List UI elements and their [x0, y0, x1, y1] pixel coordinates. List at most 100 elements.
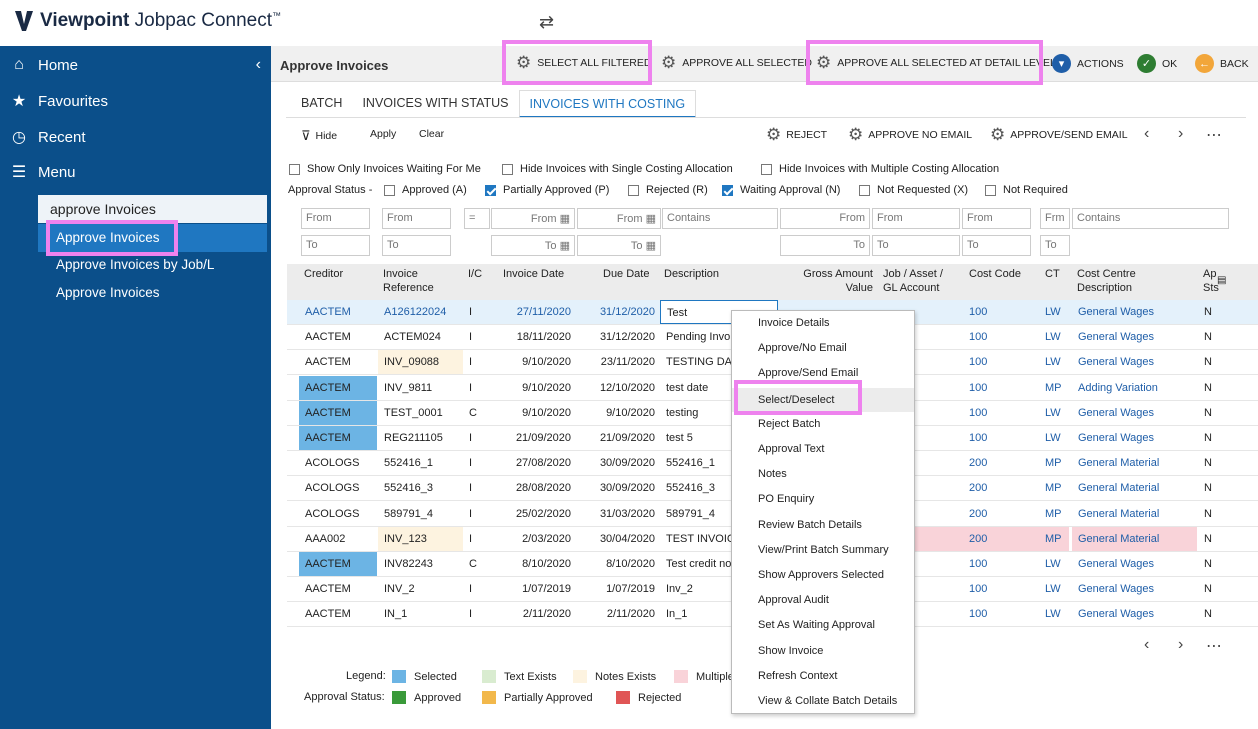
approve-no-email-button[interactable]: ⚙ APPROVE NO EMAIL	[848, 126, 972, 143]
legend-text: Text Exists	[504, 670, 557, 683]
ref-to-input[interactable]: To	[382, 235, 451, 256]
context-menu-item-reject-batch[interactable]: Reject Batch	[758, 418, 820, 430]
col-due-date[interactable]: Due Date	[603, 267, 649, 281]
clear-filter-button[interactable]: Clear	[419, 128, 444, 140]
apply-filter-button[interactable]: Apply	[370, 128, 396, 140]
tab-batch[interactable]: BATCH	[291, 90, 352, 118]
menu-result-approve-invoices-2[interactable]: Approve Invoices	[38, 279, 267, 307]
creditor-from-input[interactable]: From	[301, 208, 370, 229]
job-from-input[interactable]: From	[872, 208, 960, 229]
status-partially-approved-checkbox[interactable]: Partially Approved (P)	[485, 184, 609, 196]
sidebar-item-menu[interactable]: ☰ Menu	[0, 154, 271, 190]
cell-ccd: General Wages	[1078, 558, 1155, 570]
col-cost-centre-description[interactable]: Cost Centre Description	[1077, 267, 1177, 295]
context-menu-item-notes[interactable]: Notes	[758, 468, 787, 480]
checkbox-label: Waiting Approval (N)	[740, 184, 841, 196]
prev-page-icon[interactable]: ‹	[1144, 125, 1149, 143]
status-not-requested-checkbox[interactable]: Not Requested (X)	[859, 184, 968, 196]
context-menu-item-view-print-batch-summary[interactable]: View/Print Batch Summary	[758, 544, 889, 556]
calendar-icon[interactable]: ▦	[646, 240, 656, 252]
shuffle-icon[interactable]: ⇄	[539, 12, 554, 33]
tab-invoices-with-costing[interactable]: INVOICES WITH COSTING	[518, 90, 697, 118]
more-options-icon[interactable]: ⋯	[1206, 125, 1222, 145]
context-menu-item-approve-no-email[interactable]: Approve/No Email	[758, 342, 847, 354]
context-menu-item-view-collate-batch-details[interactable]: View & Collate Batch Details	[758, 695, 897, 707]
select-all-filtered-button[interactable]: ⚙ SELECT ALL FILTERED	[516, 54, 651, 71]
context-menu-item-approval-text[interactable]: Approval Text	[758, 443, 824, 455]
context-menu-item-set-as-waiting-approval[interactable]: Set As Waiting Approval	[758, 619, 875, 631]
context-menu-item-approval-audit[interactable]: Approval Audit	[758, 594, 829, 606]
context-menu-item-refresh-context[interactable]: Refresh Context	[758, 670, 837, 682]
tab-invoices-with-status[interactable]: INVOICES WITH STATUS	[352, 90, 518, 118]
cost-code-to-input[interactable]: To	[962, 235, 1031, 256]
due-date-from-input[interactable]: From ▦	[577, 208, 661, 229]
context-menu-item-approve-send-email[interactable]: Approve/Send Email	[758, 367, 858, 379]
hide-filter-button[interactable]: ⊽ Hide	[301, 128, 337, 144]
calendar-icon[interactable]: ▦	[646, 213, 656, 225]
sidebar-item-home[interactable]: ⌂ Home ‹	[0, 47, 271, 83]
cost-centre-contains-input[interactable]: Contains	[1072, 208, 1229, 229]
cost-code-from-input[interactable]: From	[962, 208, 1031, 229]
cell-ref: A126122024	[384, 306, 447, 318]
col-job-asset-gl[interactable]: Job / Asset / GL Account	[883, 267, 955, 295]
sidebar-item-favourites[interactable]: ★ Favourites	[0, 83, 271, 119]
actions-button[interactable]: ▾ ACTIONS	[1052, 54, 1124, 73]
cell-sts: N	[1204, 432, 1212, 444]
creditor-to-input[interactable]: To	[301, 235, 370, 256]
context-menu-item-show-invoice[interactable]: Show Invoice	[758, 645, 823, 657]
col-description[interactable]: Description	[664, 267, 719, 281]
col-ct[interactable]: CT	[1045, 267, 1060, 281]
hide-multiple-allocation-checkbox[interactable]: Hide Invoices with Multiple Costing Allo…	[761, 163, 999, 175]
status-approved-checkbox[interactable]: Approved (A)	[384, 184, 467, 196]
job-to-input[interactable]: To	[872, 235, 960, 256]
collapse-chevron-icon[interactable]: ‹	[256, 56, 261, 74]
next-page-icon-bottom[interactable]: ›	[1178, 636, 1183, 654]
description-contains-input[interactable]: Contains	[662, 208, 778, 229]
ct-to-input[interactable]: To	[1040, 235, 1070, 256]
context-menu-item-po-enquiry[interactable]: PO Enquiry	[758, 493, 814, 505]
col-gross-amount[interactable]: Gross Amount Value	[793, 267, 873, 295]
context-menu-item-show-approvers-selected[interactable]: Show Approvers Selected	[758, 569, 884, 581]
ok-button[interactable]: ✓ OK	[1137, 54, 1177, 73]
prev-page-icon-bottom[interactable]: ‹	[1144, 636, 1149, 654]
context-menu-item-review-batch-details[interactable]: Review Batch Details	[758, 519, 862, 531]
col-cost-code[interactable]: Cost Code	[969, 267, 1021, 281]
sidebar: ⌂ Home ‹ ★ Favourites ◷ Recent ☰ Menu ap…	[0, 46, 271, 729]
next-page-icon[interactable]: ›	[1178, 125, 1183, 143]
col-invoice-reference[interactable]: Invoice Reference	[383, 267, 443, 295]
col-ic[interactable]: I/C	[468, 267, 482, 281]
reject-button[interactable]: ⚙ REJECT	[766, 126, 827, 143]
menu-result-approve-invoices[interactable]: Approve Invoices	[38, 224, 267, 252]
approve-all-selected-button[interactable]: ⚙ APPROVE ALL SELECTED	[661, 54, 812, 71]
app-logo[interactable]: Viewpoint Jobpac Connect™	[14, 10, 281, 32]
ref-from-input[interactable]: From	[382, 208, 451, 229]
status-not-required-checkbox[interactable]: Not Required	[985, 184, 1068, 196]
gross-from-input[interactable]: From	[780, 208, 870, 229]
context-menu-item-invoice-details[interactable]: Invoice Details	[758, 317, 830, 329]
approve-send-email-button[interactable]: ⚙ APPROVE/SEND EMAIL	[990, 126, 1128, 143]
menu-search-input[interactable]: approve Invoices	[38, 195, 267, 223]
cell-ref: INV_09088	[378, 350, 463, 375]
hide-single-allocation-checkbox[interactable]: Hide Invoices with Single Costing Alloca…	[502, 163, 733, 175]
back-button[interactable]: ← BACK	[1195, 54, 1249, 73]
due-date-to-input[interactable]: To ▦	[577, 235, 661, 256]
waiting-for-me-checkbox[interactable]: Show Only Invoices Waiting For Me	[289, 163, 481, 175]
approve-all-detail-level-button[interactable]: ⚙ APPROVE ALL SELECTED AT DETAIL LEVEL	[816, 54, 1056, 71]
status-rejected-checkbox[interactable]: Rejected (R)	[628, 184, 708, 196]
ic-equals-input[interactable]: =	[464, 208, 490, 229]
col-creditor[interactable]: Creditor	[304, 267, 343, 281]
more-options-icon-bottom[interactable]: ⋯	[1206, 636, 1222, 656]
column-chooser-icon[interactable]: ▤	[1217, 274, 1226, 288]
status-waiting-approval-checkbox[interactable]: Waiting Approval (N)	[722, 184, 840, 196]
invoice-date-from-input[interactable]: From ▦	[491, 208, 575, 229]
ct-from-input[interactable]: Frm	[1040, 208, 1070, 229]
context-menu-item-select-deselect[interactable]: Select/Deselect	[732, 387, 914, 412]
calendar-icon[interactable]: ▦	[560, 213, 570, 225]
sidebar-item-recent[interactable]: ◷ Recent	[0, 119, 271, 155]
gross-to-input[interactable]: To	[780, 235, 870, 256]
menu-result-approve-invoices-by-job[interactable]: Approve Invoices by Job/L	[38, 251, 267, 279]
col-invoice-date[interactable]: Invoice Date	[503, 267, 564, 281]
cell-sts: N	[1204, 457, 1212, 470]
calendar-icon[interactable]: ▦	[560, 240, 570, 252]
invoice-date-to-input[interactable]: To ▦	[491, 235, 575, 256]
